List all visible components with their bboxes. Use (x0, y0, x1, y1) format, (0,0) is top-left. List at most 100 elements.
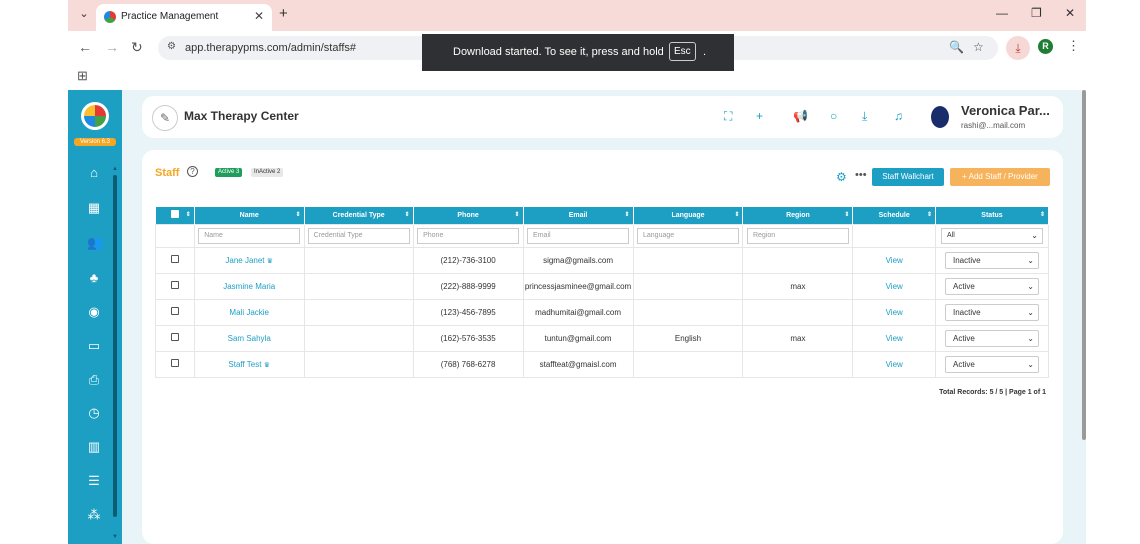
status-select[interactable]: Active ⌄ (945, 355, 1039, 373)
sort-icon[interactable]: ⇕ (405, 211, 410, 218)
back-icon[interactable]: ← (78, 39, 92, 55)
reports-chart-icon[interactable]: ▥ (87, 440, 101, 454)
zoom-icon[interactable]: 🔍 (949, 40, 964, 54)
apps-grid-icon[interactable]: ⊞ (77, 68, 88, 84)
add-staff-button[interactable]: + Add Staff / Provider (950, 168, 1050, 186)
name-filter-input[interactable]: Name (198, 227, 301, 244)
forward-icon[interactable]: → (105, 39, 119, 55)
close-window-icon[interactable]: ✕ (1065, 6, 1075, 20)
scroll-down-icon[interactable]: ▼ (112, 534, 118, 540)
site-info-icon[interactable]: ⚙ (167, 41, 176, 52)
network-icon[interactable]: ⁂ (87, 508, 101, 522)
print-icon[interactable]: ⎙ (87, 373, 101, 387)
staff-name-link[interactable]: Staff Test (228, 360, 261, 369)
col-header-email[interactable]: Email ⇕ (523, 207, 634, 224)
profile-avatar[interactable]: R (1038, 39, 1053, 54)
calendar-icon[interactable]: ▦ (87, 201, 101, 215)
row-checkbox[interactable] (170, 281, 179, 289)
url-text[interactable]: app.therapypms.com/admin/staffs# (185, 42, 356, 54)
staff-wallchart-button[interactable]: Staff Wallchart (872, 168, 944, 186)
sort-icon[interactable]: ⇕ (734, 211, 739, 218)
view-schedule-link[interactable]: View (886, 334, 903, 343)
add-icon[interactable]: + (756, 109, 763, 123)
reload-icon[interactable]: ↻ (131, 39, 143, 56)
bookmark-star-icon[interactable]: ☆ (973, 40, 984, 54)
app-logo[interactable] (81, 102, 109, 130)
col-header-credential[interactable]: Credential Type ⇕ (304, 207, 414, 224)
email-cell: tuntun@gmail.com (522, 324, 634, 352)
view-schedule-link[interactable]: View (886, 360, 903, 369)
sidebar-scrollbar[interactable]: ▲ ▼ (112, 166, 118, 544)
row-checkbox[interactable] (170, 333, 179, 341)
megaphone-icon[interactable]: 📢 (793, 109, 808, 123)
page-scrollbar[interactable] (1082, 90, 1086, 440)
col-header-schedule[interactable]: Schedule ⇕ (852, 207, 936, 224)
language-filter-input[interactable]: Language (637, 227, 739, 244)
status-select[interactable]: Inactive ⌄ (945, 251, 1039, 269)
billing-card-icon[interactable]: ▭ (87, 339, 101, 353)
menu-list-icon[interactable]: ☰ (87, 474, 101, 488)
row-checkbox[interactable] (170, 307, 179, 315)
status-select[interactable]: Active ⌄ (945, 277, 1039, 295)
home-icon[interactable]: ⌂ (87, 166, 101, 180)
col-label: Region (786, 211, 810, 219)
email-filter-input[interactable]: Email (527, 227, 630, 244)
credential-filter-input[interactable]: Credential Type (307, 227, 410, 244)
select-all-checkbox[interactable] (170, 210, 179, 219)
download-icon[interactable]: ⤓ (1006, 36, 1030, 60)
sort-icon[interactable]: ⇕ (927, 211, 932, 218)
row-checkbox[interactable] (170, 359, 179, 367)
staff-name-link[interactable]: Mali Jackie (229, 308, 269, 317)
view-schedule-link[interactable]: View (886, 256, 903, 265)
minimize-icon[interactable]: — (996, 6, 1008, 20)
browser-menu-icon[interactable]: ⋮ (1067, 38, 1080, 54)
gear-icon[interactable]: ⚙ (836, 170, 847, 184)
clock-icon[interactable]: ◷ (87, 406, 101, 420)
sort-icon[interactable]: ⇕ (296, 211, 301, 218)
scroll-thumb[interactable] (113, 175, 117, 517)
more-options-icon[interactable]: ••• (855, 169, 867, 181)
row-select-cell (155, 350, 195, 378)
active-count-badge[interactable]: Active 3 (215, 168, 243, 177)
sort-icon[interactable]: ⇕ (186, 211, 191, 218)
close-tab-icon[interactable]: ✕ (254, 9, 264, 23)
col-header-status[interactable]: Status ⇕ (935, 207, 1049, 224)
tab-search-icon[interactable]: ⌄ (76, 7, 92, 23)
col-header-language[interactable]: Language ⇕ (633, 207, 744, 224)
col-header-name[interactable]: Name ⇕ (194, 207, 305, 224)
scroll-up-icon[interactable]: ▲ (112, 166, 118, 172)
user-name[interactable]: Veronica Par... (961, 103, 1050, 118)
new-tab-icon[interactable]: + (279, 5, 288, 22)
staff-name-link[interactable]: Jasmine Maria (223, 282, 275, 291)
view-schedule-link[interactable]: View (886, 308, 903, 317)
user-avatar[interactable] (931, 106, 949, 128)
sort-icon[interactable]: ⇕ (625, 211, 630, 218)
inactive-count-badge[interactable]: InActive 2 (251, 168, 284, 177)
status-select[interactable]: Active ⌄ (945, 329, 1039, 347)
status-select[interactable]: Inactive ⌄ (945, 303, 1039, 321)
row-checkbox[interactable] (170, 255, 179, 263)
browser-tab[interactable]: Practice Management ✕ (96, 4, 272, 31)
status-filter-select[interactable]: All ⌄ (941, 227, 1043, 244)
chat-icon[interactable]: ○ (830, 109, 837, 123)
settings-circle-icon[interactable]: ◉ (87, 305, 101, 319)
staff-name-link[interactable]: Sam Sahyla (228, 334, 271, 343)
phone-filter-input[interactable]: Phone (417, 227, 520, 244)
credential-cell (303, 246, 414, 274)
col-header-phone[interactable]: Phone ⇕ (413, 207, 524, 224)
col-header-region[interactable]: Region ⇕ (742, 207, 854, 224)
users-icon[interactable]: 👥 (87, 236, 103, 250)
sort-icon[interactable]: ⇕ (844, 211, 849, 218)
staff-name-link[interactable]: Jane Janet (225, 256, 264, 265)
help-icon[interactable]: ? (187, 166, 198, 177)
region-filter-input[interactable]: Region (746, 227, 849, 244)
sort-icon[interactable]: ⇕ (515, 211, 520, 218)
restore-icon[interactable]: ❐ (1031, 6, 1042, 20)
outer-margin-left (0, 0, 68, 544)
download-header-icon[interactable]: ⤓ (862, 109, 867, 124)
view-schedule-link[interactable]: View (886, 282, 903, 291)
staff-icon[interactable]: ♣ (87, 271, 101, 285)
fullscreen-icon[interactable]: ⛶ (724, 109, 732, 124)
sort-icon[interactable]: ⇕ (1040, 211, 1045, 218)
bell-icon[interactable]: ♫ (894, 109, 903, 123)
